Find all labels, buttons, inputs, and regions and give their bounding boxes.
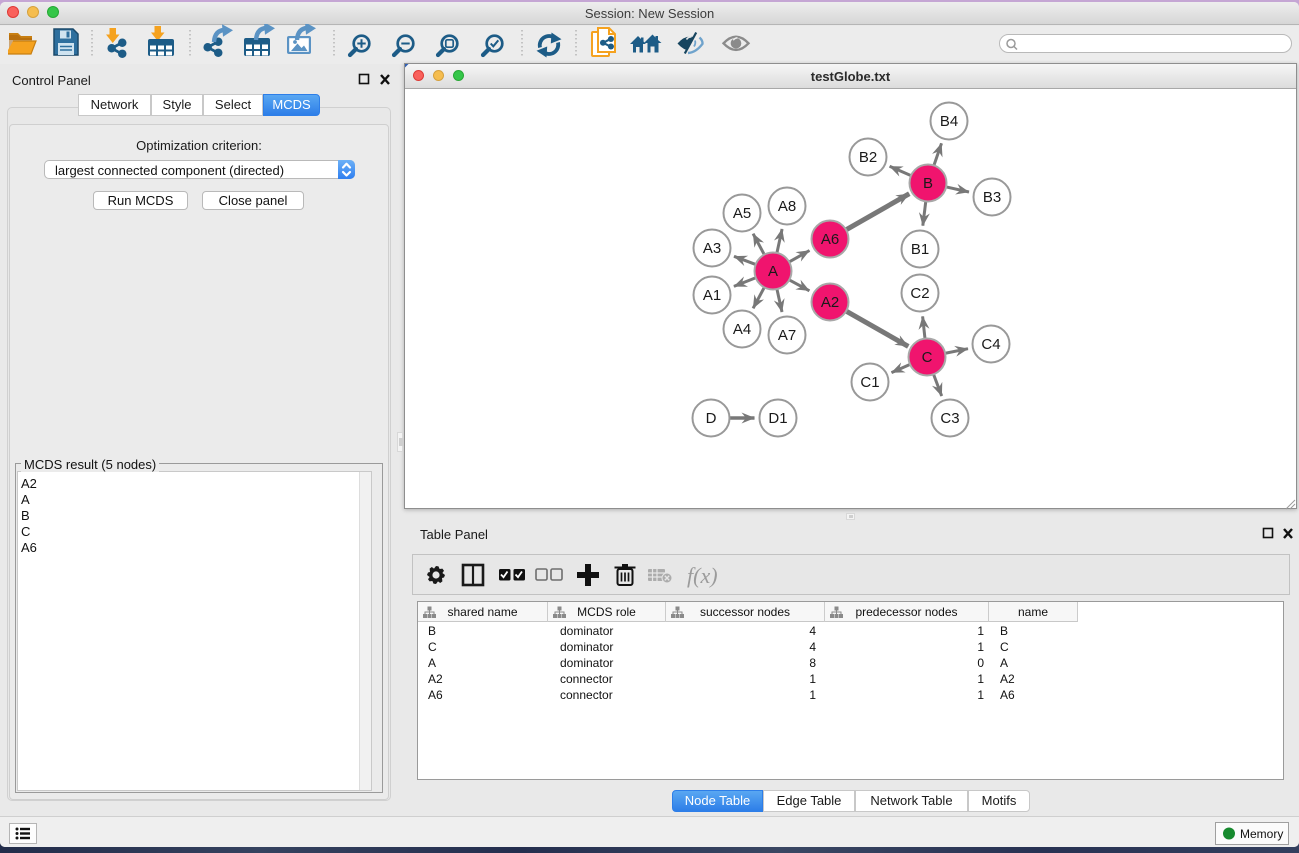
svg-text:C4: C4	[981, 336, 1000, 353]
svg-text:B2: B2	[859, 149, 877, 166]
svg-text:A7: A7	[778, 327, 796, 344]
svg-text:f(x): f(x)	[687, 563, 718, 588]
svg-text:A1: A1	[703, 287, 721, 304]
svg-text:Memory: Memory	[1240, 827, 1283, 841]
svg-text:D: D	[706, 410, 717, 427]
svg-text:B: B	[923, 175, 933, 192]
svg-text:A4: A4	[733, 321, 751, 338]
svg-text:A: A	[768, 263, 778, 280]
svg-text:A8: A8	[778, 198, 796, 215]
svg-text:B4: B4	[940, 113, 958, 130]
svg-text:B3: B3	[983, 189, 1001, 206]
svg-text:D1: D1	[768, 410, 787, 427]
svg-text:A3: A3	[703, 240, 721, 257]
svg-text:C3: C3	[940, 410, 959, 427]
svg-text:B1: B1	[911, 241, 929, 258]
svg-text:C2: C2	[910, 285, 929, 302]
svg-text:A6: A6	[821, 231, 839, 248]
svg-text:C: C	[922, 349, 933, 366]
svg-text:A5: A5	[733, 205, 751, 222]
svg-text:A2: A2	[821, 294, 839, 311]
svg-text:C1: C1	[860, 374, 879, 391]
